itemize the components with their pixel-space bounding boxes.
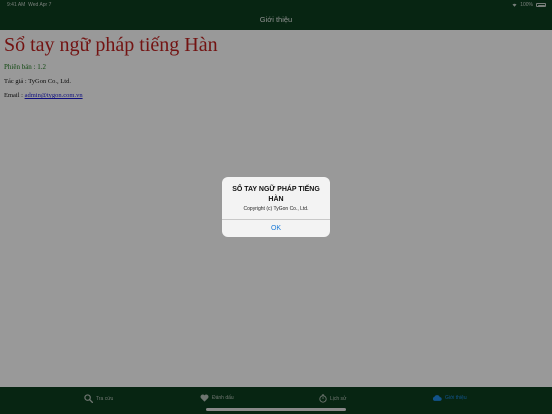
ok-button[interactable]: OK bbox=[222, 220, 330, 237]
screen: 9:41 AM Wed Apr 7 100% Giới thiệu Sổ tay… bbox=[0, 0, 552, 414]
alert-message: Copyright (c) TyGon Co., Ltd. bbox=[243, 206, 309, 212]
alert-dialog: SỔ TAY NGỮ PHÁP TIẾNG HÀN Copyright (c) … bbox=[222, 177, 330, 237]
alert-title: SỔ TAY NGỮ PHÁP TIẾNG HÀN bbox=[232, 186, 320, 203]
